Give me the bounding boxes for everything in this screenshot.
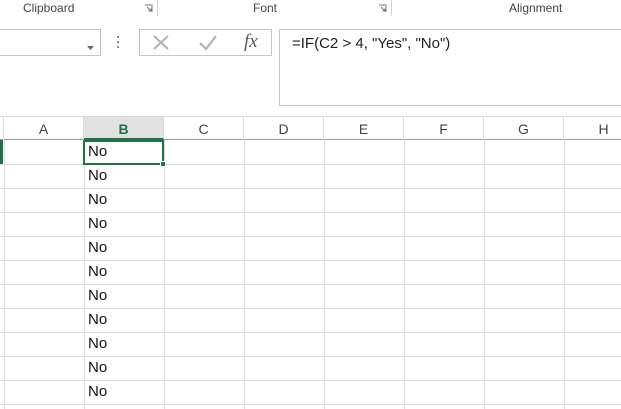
close-icon xyxy=(153,35,169,50)
column-header-row: A B C D E F G H xyxy=(0,116,621,140)
fill-handle[interactable] xyxy=(160,161,166,167)
clipboard-dialog-launcher-icon[interactable] xyxy=(144,4,153,13)
gridline xyxy=(564,140,565,409)
column-header-b[interactable]: B xyxy=(84,117,164,140)
formula-bar-resize-handle[interactable] xyxy=(117,36,120,50)
ribbon-separator xyxy=(391,0,392,16)
gridline xyxy=(0,404,621,405)
cell-b4[interactable]: No xyxy=(88,188,107,212)
gridline xyxy=(324,140,325,409)
column-header-a[interactable]: A xyxy=(4,117,84,140)
cancel-button[interactable] xyxy=(144,30,178,55)
cell-b7[interactable]: No xyxy=(88,260,107,284)
cell-b5[interactable]: No xyxy=(88,212,107,236)
cell-b12[interactable]: No xyxy=(88,380,107,404)
gridline xyxy=(84,140,85,409)
cell-b11[interactable]: No xyxy=(88,356,107,380)
cell-b8[interactable]: No xyxy=(88,284,107,308)
alignment-group-label: Alignment xyxy=(509,1,563,15)
ribbon-separator xyxy=(157,0,158,16)
gridline xyxy=(244,140,245,409)
insert-function-button[interactable]: fx xyxy=(244,31,258,53)
formula-buttons: fx xyxy=(139,29,272,56)
gridline xyxy=(404,140,405,409)
active-row-indicator xyxy=(0,140,3,164)
cell-b3[interactable]: No xyxy=(88,164,107,188)
font-dialog-launcher-icon[interactable] xyxy=(378,4,387,13)
column-header-g[interactable]: G xyxy=(484,117,564,140)
chevron-down-icon[interactable] xyxy=(86,38,95,56)
column-header-c[interactable]: C xyxy=(164,117,244,140)
column-header-d[interactable]: D xyxy=(244,117,324,140)
gridline xyxy=(164,140,165,409)
ribbon-group-labels: Clipboard Font Alignment xyxy=(0,0,621,18)
column-header-e[interactable]: E xyxy=(324,117,404,140)
cell-b9[interactable]: No xyxy=(88,308,107,332)
worksheet-grid[interactable]: A B C D E F G H No No No No No No No No … xyxy=(0,116,621,409)
formula-input[interactable]: =IF(C2 > 4, "Yes", "No") xyxy=(279,29,621,106)
name-box[interactable] xyxy=(0,29,101,56)
checkmark-icon xyxy=(199,35,217,51)
cell-area[interactable]: No No No No No No No No No No No xyxy=(0,140,621,409)
font-group-label: Font xyxy=(253,1,278,15)
active-cell-selection xyxy=(83,140,164,165)
column-header-h[interactable]: H xyxy=(564,117,621,140)
cell-b6[interactable]: No xyxy=(88,236,107,260)
cell-b10[interactable]: No xyxy=(88,332,107,356)
column-header-f[interactable]: F xyxy=(404,117,484,140)
gridline xyxy=(4,140,5,409)
gridline xyxy=(484,140,485,409)
clipboard-group-label: Clipboard xyxy=(23,1,75,15)
enter-button[interactable] xyxy=(190,30,224,55)
